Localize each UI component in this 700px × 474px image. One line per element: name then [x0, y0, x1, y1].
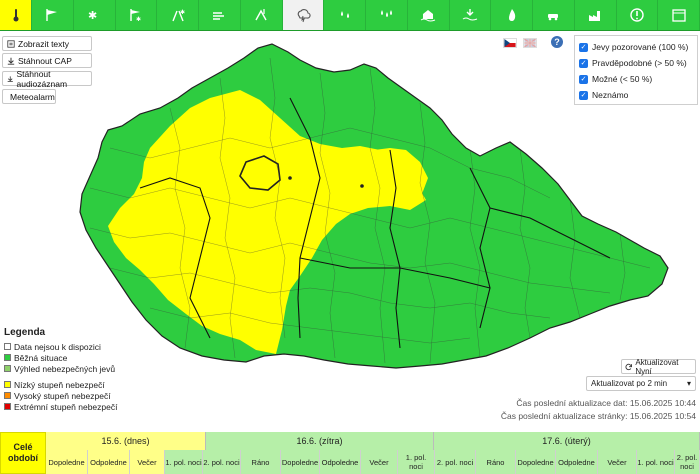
refresh-interval-value: Aktualizovat po 2 min — [591, 379, 668, 388]
timeline-slot[interactable]: 1. pol. noci — [398, 450, 435, 474]
frost-icon — [255, 9, 267, 21]
meteoalarm-label: Meteoalarm — [10, 91, 55, 102]
toolbar-button-car-accident[interactable] — [533, 0, 575, 30]
blizzard-icon — [213, 12, 225, 20]
flood-icon — [420, 10, 436, 22]
timeline-slot[interactable]: Ráno — [476, 450, 516, 474]
smog-factory-icon — [589, 11, 601, 21]
color-swatch — [4, 381, 11, 388]
legend-label: Výhled nebezpečných jevů — [14, 363, 116, 374]
toolbar-button-blizzard[interactable] — [199, 0, 241, 30]
svg-text:✱: ✱ — [180, 9, 185, 16]
toolbar-button-rain-drops[interactable] — [324, 0, 366, 30]
legend-label: Data nejsou k dispozici — [14, 341, 101, 352]
timeline-slot[interactable]: Odpoledne — [88, 450, 130, 474]
toolbar-button-road-snow[interactable]: ✱ — [157, 0, 199, 30]
legend-item: Extrémní stupeň nebezpečí — [4, 401, 164, 412]
timeline-slot[interactable]: Dopoledne — [46, 450, 88, 474]
legend-item: Data nejsou k dispozici — [4, 341, 164, 352]
color-swatch — [4, 365, 11, 372]
calendar-icon — [671, 9, 686, 22]
toolbar-button-smog-factory[interactable] — [575, 0, 617, 30]
color-swatch — [4, 354, 11, 361]
timeline-slot[interactable]: Ráno — [241, 450, 281, 474]
toolbar-button-calendar[interactable] — [658, 0, 700, 30]
data-update-time: Čas poslední aktualizace dat: 15.06.2025… — [516, 398, 696, 408]
thermometer-icon — [13, 9, 18, 22]
svg-text:✱: ✱ — [88, 10, 97, 22]
legend: Legenda Data nejsou k dispozici Běžná si… — [4, 327, 164, 412]
wind-flag-icon — [46, 9, 58, 21]
windsock-snow-icon: ✱ — [130, 9, 141, 23]
toolbar-button-thermometer[interactable] — [0, 0, 32, 30]
timeline-slot[interactable]: Večer — [598, 450, 637, 474]
forecast-timeline: Celé období 15.6. (dnes) 16.6. (zítra) 1… — [0, 432, 700, 474]
toolbar-button-heavy-rain[interactable] — [366, 0, 408, 30]
heavy-rain-icon — [381, 10, 393, 17]
legend-label: Nízký stupeň nebezpečí — [14, 379, 105, 390]
legend-label: Běžná situace — [14, 352, 68, 363]
page-update-time: Čas poslední aktualizace stránky: 15.06.… — [500, 411, 696, 421]
toolbar-button-frost[interactable] — [241, 0, 283, 30]
hazard-toolbar: ✱ ✱ ✱ — [0, 0, 700, 31]
timeline-slot[interactable]: Odpoledne — [556, 450, 598, 474]
meteoalarm-button[interactable]: Meteoalarm — [2, 89, 56, 104]
toolbar-button-thunderstorm[interactable] — [282, 0, 325, 30]
road-snow-icon: ✱ — [171, 9, 185, 22]
timeline-slot[interactable]: 2. pol. noci — [435, 450, 476, 474]
timeline-slot[interactable]: Odpoledne — [320, 450, 361, 474]
city-marker — [360, 184, 364, 188]
legend-item: Vysoký stupeň nebezpečí — [4, 390, 164, 401]
rain-drops-icon — [340, 11, 349, 18]
timeline-slot[interactable]: Dopoledne — [516, 450, 556, 474]
download-icon — [7, 57, 15, 65]
day-header-tomorrow[interactable]: 16.6. (zítra) — [206, 432, 434, 450]
timeline-slot[interactable]: Večer — [361, 450, 398, 474]
refresh-icon — [625, 363, 633, 370]
refresh-now-button[interactable]: Aktualizovat Nyní — [621, 357, 696, 376]
download-icon — [7, 75, 13, 82]
warning-icon — [630, 8, 644, 22]
toolbar-button-water-level[interactable] — [450, 0, 492, 30]
timeline-slot[interactable]: 2. pol. noci — [203, 450, 241, 474]
whole-period-button[interactable]: Celé období — [0, 432, 46, 474]
legend-label: Extrémní stupeň nebezpečí — [14, 401, 118, 412]
timeline-slot[interactable]: 1. pol. noci — [165, 450, 203, 474]
color-swatch — [4, 343, 11, 350]
svg-text:✱: ✱ — [136, 16, 141, 23]
water-level-icon — [462, 9, 478, 21]
snow-icon: ✱ — [88, 10, 97, 22]
refresh-now-label: Aktualizovat Nyní — [635, 357, 679, 376]
toolbar-button-fire[interactable] — [491, 0, 533, 30]
timeline-slot[interactable]: 1. pol. noci — [637, 450, 675, 474]
legend-label: Vysoký stupeň nebezpečí — [14, 390, 111, 401]
car-accident-icon — [548, 14, 559, 21]
thunderstorm-icon — [297, 9, 311, 23]
chevron-down-icon: ▾ — [686, 379, 691, 388]
timeline-slot[interactable]: Večer — [130, 450, 165, 474]
toolbar-button-warning[interactable] — [617, 0, 659, 30]
toolbar-button-flood[interactable] — [408, 0, 450, 30]
legend-title: Legenda — [4, 327, 46, 338]
document-icon — [7, 39, 15, 48]
legend-item: Běžná situace — [4, 352, 164, 363]
day-header-tuesday[interactable]: 17.6. (úterý) — [434, 432, 700, 450]
city-marker — [288, 176, 292, 180]
legend-item: Nízký stupeň nebezpečí — [4, 379, 164, 390]
legend-item: Výhled nebezpečných jevů — [4, 363, 164, 374]
toolbar-button-wind-flag[interactable] — [32, 0, 74, 30]
color-swatch — [4, 392, 11, 399]
fire-icon — [508, 9, 515, 21]
refresh-interval-select[interactable]: Aktualizovat po 2 min ▾ — [586, 376, 696, 391]
day-header-today[interactable]: 15.6. (dnes) — [46, 432, 206, 450]
toolbar-button-snow[interactable]: ✱ — [74, 0, 116, 30]
timeline-slot[interactable]: Dopoledne — [281, 450, 320, 474]
color-swatch — [4, 403, 11, 410]
timeline-slot[interactable]: 2. pol. noci — [675, 450, 700, 474]
toolbar-button-windsock-snow[interactable]: ✱ — [116, 0, 158, 30]
